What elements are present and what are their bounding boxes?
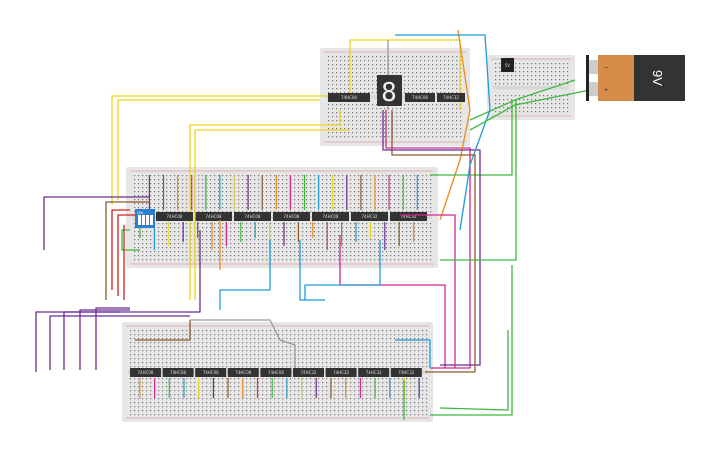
chip-label: 74HC08 — [412, 95, 428, 100]
chip-bottom-2[interactable]: 74HC08 — [162, 368, 194, 377]
chip-label: 74HC32 — [443, 95, 459, 100]
battery-9v[interactable]: − + 9V — [586, 55, 685, 101]
chip-label: 74HC32 — [301, 370, 317, 375]
chip-label: 74HC08 — [206, 214, 222, 219]
wire[interactable] — [63, 311, 120, 370]
chip-top-3[interactable]: 74HC32 — [437, 93, 465, 102]
chip-label: 74HC08 — [245, 214, 261, 219]
chip-bottom-4[interactable]: 74HC08 — [227, 368, 259, 377]
battery-label: 9V — [650, 70, 665, 86]
chip-middle-2[interactable]: 74HC08 — [195, 212, 232, 221]
battery-minus-label: − — [604, 65, 608, 72]
chip-bottom-7[interactable]: 74HC32 — [325, 368, 357, 377]
chip-bottom-6[interactable]: 74HC32 — [293, 368, 324, 377]
small-breadboard[interactable] — [487, 55, 575, 120]
chip-label: 74HC08 — [203, 370, 219, 375]
dip-switch[interactable]: ON — [135, 209, 155, 228]
chip-middle-3[interactable]: 74HC08 — [234, 212, 271, 221]
chip-middle-1[interactable]: 74HC08 — [156, 212, 193, 221]
chip-label: 74HC32 — [362, 214, 378, 219]
chip-bottom-5[interactable]: 74HC08 — [260, 368, 292, 377]
chip-label: 74HC08 — [268, 370, 284, 375]
display-digit: 8 — [381, 78, 397, 108]
wire[interactable] — [430, 265, 513, 416]
chip-middle-4[interactable]: 74HC08 — [273, 212, 310, 221]
chip-label: 74HC08 — [138, 370, 154, 375]
chip-bottom-8[interactable]: 74HC32 — [358, 368, 390, 377]
chip-label: 74HC08 — [284, 214, 300, 219]
chip-label: 74HC08 — [170, 370, 186, 375]
dip-switch-label: ON — [137, 210, 143, 215]
chip-label: 74HC08 — [323, 214, 339, 219]
chip-label: 74HC08 — [235, 370, 251, 375]
voltage-regulator[interactable]: 5V — [501, 58, 514, 72]
chip-bottom-9[interactable]: 74HC32 — [390, 368, 422, 377]
chip-middle-6[interactable]: 74HC32 — [351, 212, 388, 221]
chip-top-1[interactable]: 74HC08 — [328, 93, 370, 102]
chip-label: 74HC08 — [341, 95, 357, 100]
chip-label: 74HC32 — [333, 370, 349, 375]
regulator-label: 5V — [505, 63, 511, 68]
seven-segment-display[interactable]: 8 — [377, 75, 402, 108]
chip-bottom-1[interactable]: 74HC08 — [130, 368, 161, 377]
chip-bottom-3[interactable]: 74HC08 — [195, 368, 227, 377]
battery-plus-label: + — [604, 87, 608, 94]
chip-middle-5[interactable]: 74HC08 — [312, 212, 349, 221]
chip-middle-7[interactable]: 74HC32 — [390, 212, 427, 221]
chip-label: 74HC32 — [366, 370, 382, 375]
circuit-canvas[interactable]: 74HC08 74HC08 74HC32 74HC08 74HC08 74HC08 74HC… — [0, 0, 725, 453]
chip-top-2[interactable]: 74HC08 — [405, 93, 435, 102]
chip-label: 74HC32 — [398, 370, 414, 375]
chip-label: 74HC08 — [167, 214, 183, 219]
wire[interactable] — [439, 330, 509, 411]
